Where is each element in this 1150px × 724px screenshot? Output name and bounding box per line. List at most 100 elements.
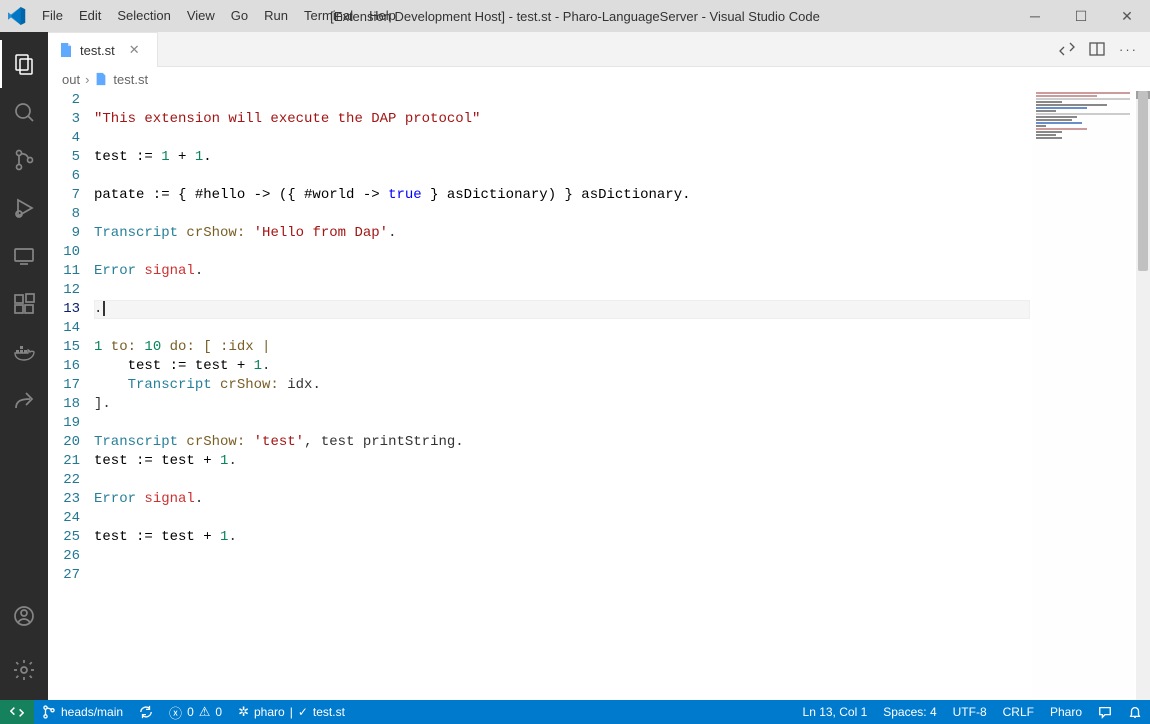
ab-search-icon[interactable]	[0, 88, 48, 136]
code-line[interactable]: test := test + 1.	[94, 452, 1030, 471]
status-branch[interactable]: heads/main	[34, 700, 131, 724]
code-line[interactable]: Transcript crShow: idx.	[94, 376, 1030, 395]
line-number[interactable]: 3	[48, 110, 80, 129]
menu-run[interactable]: Run	[256, 0, 296, 32]
line-number[interactable]: 19	[48, 414, 80, 433]
ab-settings-icon[interactable]	[0, 646, 48, 694]
breadcrumb-out[interactable]: out	[62, 72, 80, 87]
line-number[interactable]: 17	[48, 376, 80, 395]
minimap[interactable]	[1032, 91, 1134, 700]
code-line[interactable]	[94, 167, 1030, 186]
code-line[interactable]: Error signal.	[94, 490, 1030, 509]
line-number[interactable]: 16	[48, 357, 80, 376]
line-number[interactable]: 22	[48, 471, 80, 490]
line-number[interactable]: 8	[48, 205, 80, 224]
minimize-button[interactable]: ─	[1012, 0, 1058, 32]
code-line[interactable]	[94, 414, 1030, 433]
code-line[interactable]	[94, 91, 1030, 110]
tab-close-icon[interactable]: ✕	[129, 42, 140, 58]
status-language[interactable]: Pharo	[1042, 700, 1090, 724]
code-line[interactable]: Error signal.	[94, 262, 1030, 281]
ab-docker-icon[interactable]	[0, 328, 48, 376]
menu-edit[interactable]: Edit	[71, 0, 109, 32]
status-feedback-icon[interactable]	[1090, 700, 1120, 724]
code-line[interactable]: test := test + 1.	[94, 528, 1030, 547]
code-line[interactable]: 1 to: 10 do: [ :idx |	[94, 338, 1030, 357]
line-number[interactable]: 9	[48, 224, 80, 243]
menu-view[interactable]: View	[179, 0, 223, 32]
line-number[interactable]: 11	[48, 262, 80, 281]
status-pharo[interactable]: ✲ pharo | ✓ test.st	[230, 700, 353, 724]
line-number[interactable]: 7	[48, 186, 80, 205]
code-line[interactable]	[94, 509, 1030, 528]
ab-remote-explorer-icon[interactable]	[0, 232, 48, 280]
code-editor[interactable]: 2345678910111213141516171819202122232425…	[48, 91, 1150, 700]
remote-indicator[interactable]	[0, 700, 34, 724]
status-problems[interactable]: ⓧ0 ⚠0	[161, 700, 230, 724]
status-cursor-position[interactable]: Ln 13, Col 1	[795, 700, 876, 724]
ab-explorer-icon[interactable]	[0, 40, 48, 88]
maximize-button[interactable]: ☐	[1058, 0, 1104, 32]
code-line[interactable]	[94, 205, 1030, 224]
line-number[interactable]: 10	[48, 243, 80, 262]
line-number[interactable]: 20	[48, 433, 80, 452]
code-line[interactable]: test := test + 1.	[94, 357, 1030, 376]
breadcrumbs[interactable]: out › test.st	[48, 67, 1150, 91]
status-notifications-icon[interactable]	[1120, 700, 1150, 724]
code-line[interactable]: patate := { #hello -> ({ #world -> true …	[94, 186, 1030, 205]
line-number[interactable]: 26	[48, 547, 80, 566]
line-number[interactable]: 14	[48, 319, 80, 338]
close-button[interactable]: ✕	[1104, 0, 1150, 32]
line-number[interactable]: 5	[48, 148, 80, 167]
line-number[interactable]: 24	[48, 509, 80, 528]
code-line[interactable]	[94, 319, 1030, 338]
code-line[interactable]	[94, 547, 1030, 566]
status-indent[interactable]: Spaces: 4	[875, 700, 944, 724]
code-line[interactable]: "This extension will execute the DAP pro…	[94, 110, 1030, 129]
sync-icon	[139, 705, 153, 719]
code-line[interactable]	[94, 243, 1030, 262]
vertical-scrollbar[interactable]	[1136, 91, 1150, 700]
status-encoding[interactable]: UTF-8	[945, 700, 995, 724]
tab-test-st[interactable]: test.st ✕	[48, 32, 158, 67]
code-line[interactable]: test := 1 + 1.	[94, 148, 1030, 167]
menu-help[interactable]: Help	[361, 0, 404, 32]
menu-terminal[interactable]: Terminal	[296, 0, 361, 32]
menu-selection[interactable]: Selection	[109, 0, 178, 32]
code-line[interactable]	[94, 281, 1030, 300]
line-number[interactable]: 27	[48, 566, 80, 585]
ab-extensions-icon[interactable]	[0, 280, 48, 328]
pharo-icon: ✲	[238, 704, 249, 720]
line-number[interactable]: 15	[48, 338, 80, 357]
more-actions-icon[interactable]: ···	[1119, 42, 1138, 57]
line-number[interactable]: 2	[48, 91, 80, 110]
breadcrumb-file[interactable]: test.st	[113, 72, 148, 87]
ab-run-debug-icon[interactable]	[0, 184, 48, 232]
split-editor-icon[interactable]	[1089, 41, 1105, 57]
code-line[interactable]	[94, 566, 1030, 585]
code-line[interactable]: ].	[94, 395, 1030, 414]
ab-live-share-icon[interactable]	[0, 376, 48, 424]
line-number[interactable]: 12	[48, 281, 80, 300]
line-number[interactable]: 6	[48, 167, 80, 186]
line-number[interactable]: 13	[48, 300, 80, 319]
compare-changes-icon[interactable]	[1059, 41, 1075, 57]
line-number[interactable]: 23	[48, 490, 80, 509]
code-line[interactable]: Transcript crShow: 'Hello from Dap'.	[94, 224, 1030, 243]
ab-accounts-icon[interactable]	[0, 592, 48, 640]
line-number[interactable]: 25	[48, 528, 80, 547]
menu-go[interactable]: Go	[223, 0, 256, 32]
line-number[interactable]: 4	[48, 129, 80, 148]
code-area[interactable]: "This extension will execute the DAP pro…	[94, 91, 1150, 700]
line-number[interactable]: 21	[48, 452, 80, 471]
line-number[interactable]: 18	[48, 395, 80, 414]
menu-file[interactable]: File	[34, 0, 71, 32]
code-line[interactable]	[94, 471, 1030, 490]
status-eol[interactable]: CRLF	[995, 700, 1042, 724]
ab-source-control-icon[interactable]	[0, 136, 48, 184]
status-sync[interactable]	[131, 700, 161, 724]
code-line[interactable]: Transcript crShow: 'test', test printStr…	[94, 433, 1030, 452]
scrollbar-thumb[interactable]	[1138, 91, 1148, 271]
code-line[interactable]	[94, 129, 1030, 148]
code-line-current[interactable]: .	[94, 300, 1030, 319]
